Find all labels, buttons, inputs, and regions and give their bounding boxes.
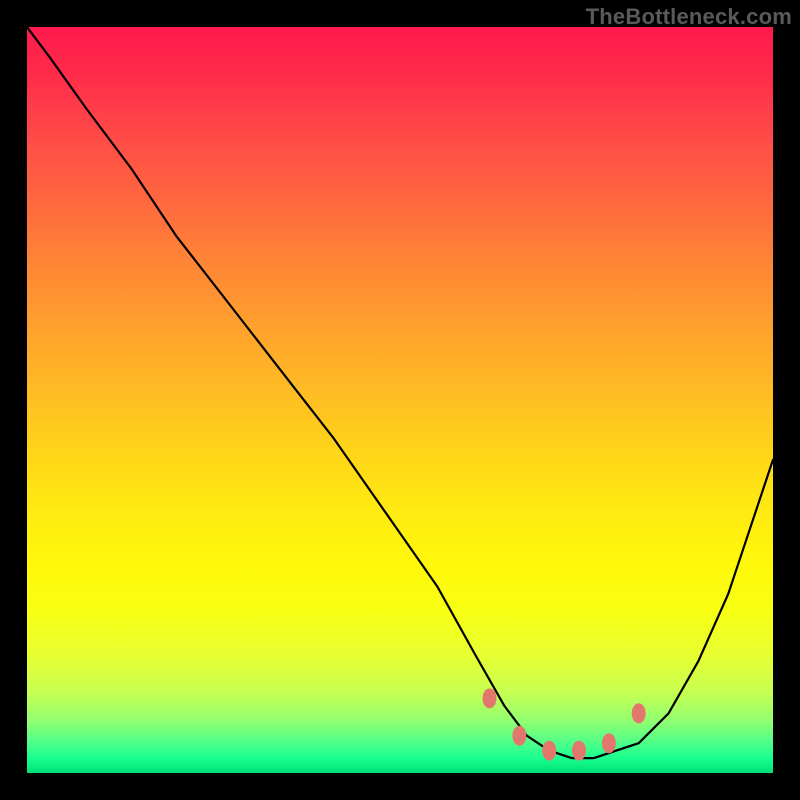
watermark-text: TheBottleneck.com [586,4,792,30]
optimal-marker [542,741,556,761]
optimal-marker [512,726,526,746]
optimal-marker [572,741,586,761]
optimal-marker [483,688,497,708]
optimal-marker [602,733,616,753]
bottleneck-curve [27,27,773,758]
plot-area [27,27,773,773]
chart-frame: TheBottleneck.com [0,0,800,800]
curve-layer [27,27,773,773]
optimal-marker [632,703,646,723]
